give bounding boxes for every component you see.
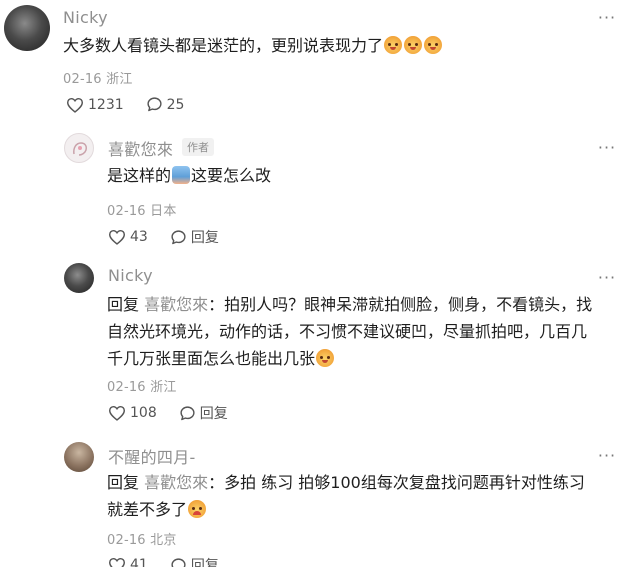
reply-actions: 108 回复 — [108, 403, 250, 423]
comment-bubble-icon — [147, 97, 162, 112]
reply-meta: 02-16 浙江 — [107, 376, 177, 395]
emoji-face-icon — [424, 36, 443, 54]
reply-text-after: 这要怎么改 — [191, 166, 272, 185]
reply-meta: 02-16 北京 — [107, 529, 177, 548]
reply-meta: 02-16 日本 — [107, 200, 177, 219]
reply-location: 浙江 — [150, 380, 177, 395]
reply-item: 不醒的四月- ··· 回复 喜歡您來：多拍 练习 拍够100组每次复盘找问题再针… — [0, 435, 620, 567]
reply-item: 喜歡您來 作者 ··· 是这样的 这要怎么改 02-16 日本 43 回复 — [0, 125, 620, 255]
author-badge: 作者 — [182, 138, 214, 156]
reply-line-3: 千几万张里面怎么也能出几张 — [107, 345, 612, 372]
comment-text: 大多数人看镜头都是迷茫的，更别说表现力了 — [63, 32, 443, 59]
like-button[interactable]: 43 — [108, 229, 148, 245]
comment-bubble-icon — [171, 229, 186, 244]
reply-author-name[interactable]: 喜歡您來 — [108, 136, 173, 160]
reply-item: Nicky ··· 回复 喜歡您來：拍别人吗？眼神呆滞就拍侧脸，侧身，不看镜头，… — [0, 255, 620, 435]
comment-bubble-icon — [180, 405, 195, 420]
reply-line-1-text: ：多拍 练习 拍够100组每次复盘找问题再针对性练习 — [208, 473, 585, 492]
reply-line-2: 就差不多了 — [107, 496, 612, 523]
reply-date: 02-16 — [107, 533, 146, 548]
reply-line-2: 自然光环境光，动作的话，不习惯不建议硬凹，尽量抓拍吧，几百几 — [107, 322, 588, 341]
more-dots-icon[interactable]: ··· — [596, 7, 618, 27]
reply-text: 是这样的 这要怎么改 — [107, 162, 271, 189]
reply-author-name[interactable]: 不醒的四月- — [108, 444, 196, 468]
reply-to-name[interactable]: 喜歡您來 — [144, 473, 208, 492]
reply-count-button[interactable]: 25 — [146, 96, 185, 113]
avatar[interactable] — [64, 442, 94, 472]
more-dots-icon[interactable]: ··· — [596, 137, 618, 157]
reply-prefix: 回复 — [107, 473, 140, 492]
like-button[interactable]: 108 — [108, 405, 157, 421]
heart-outline-icon — [108, 557, 126, 567]
reply-line-1: 回复 喜歡您來：多拍 练习 拍够100组每次复盘找问题再针对性练习 — [107, 469, 612, 496]
reply-text: 回复 喜歡您來：拍别人吗？眼神呆滞就拍侧脸，侧身，不看镜头，找 自然光环境光，动… — [107, 291, 612, 372]
heart-outline-icon — [66, 97, 84, 113]
like-count: 43 — [130, 229, 148, 245]
avatar[interactable] — [64, 133, 94, 163]
reply-actions: 41 回复 — [108, 555, 241, 567]
avatar[interactable] — [64, 263, 94, 293]
emoji-face-icon — [404, 36, 423, 54]
reply-actions: 43 回复 — [108, 227, 241, 247]
reply-location: 北京 — [150, 533, 177, 548]
comment-bubble-icon — [171, 557, 186, 567]
heart-outline-icon — [108, 229, 126, 245]
comment-author-name[interactable]: Nicky — [63, 8, 108, 27]
comment-location: 浙江 — [106, 72, 133, 87]
reply-line-1-text: ：拍别人吗？眼神呆滞就拍侧脸，侧身，不看镜头，找 — [208, 295, 593, 314]
reply-date: 02-16 — [107, 380, 146, 395]
reply-count: 25 — [166, 96, 185, 113]
reply-label: 回复 — [190, 558, 219, 567]
reply-line-1: 回复 喜歡您來：拍别人吗？眼神呆滞就拍侧脸，侧身，不看镜头，找 — [107, 291, 612, 318]
reply-line-2-text: 就差不多了 — [107, 500, 188, 519]
reply-author-name[interactable]: Nicky — [108, 266, 153, 285]
reply-button[interactable]: 回复 — [179, 403, 228, 423]
more-dots-icon[interactable]: ··· — [596, 445, 618, 465]
reply-text-before: 是这样的 — [107, 166, 172, 185]
reply-date: 02-16 — [107, 204, 146, 219]
reply-label: 回复 — [190, 230, 219, 246]
avatar-illustration-icon — [73, 142, 87, 156]
like-button[interactable]: 1231 — [66, 97, 124, 113]
like-count: 1231 — [88, 96, 124, 113]
comment-actions: 1231 25 — [66, 96, 206, 113]
emoji-bowl-icon — [172, 166, 191, 184]
like-count: 108 — [130, 405, 157, 421]
reply-location: 日本 — [150, 204, 177, 219]
reply-prefix: 回复 — [107, 295, 140, 314]
like-count: 41 — [130, 557, 148, 567]
reply-text: 回复 喜歡您來：多拍 练习 拍够100组每次复盘找问题再针对性练习 就差不多了 — [107, 469, 612, 523]
reply-button[interactable]: 回复 — [170, 555, 219, 567]
more-dots-icon[interactable]: ··· — [596, 267, 618, 287]
comment-item: Nicky ··· 大多数人看镜头都是迷茫的，更别说表现力了 02-16 浙江 … — [0, 0, 620, 125]
like-button[interactable]: 41 — [108, 557, 148, 567]
emoji-sad-icon — [188, 500, 207, 518]
heart-outline-icon — [108, 405, 126, 421]
emoji-face-icon — [316, 349, 335, 367]
emoji-face-icon — [384, 36, 403, 54]
reply-line-3-text: 千几万张里面怎么也能出几张 — [107, 349, 316, 368]
reply-label: 回复 — [199, 406, 228, 422]
reply-button[interactable]: 回复 — [170, 227, 219, 247]
comment-date: 02-16 — [63, 72, 102, 87]
reply-to-name[interactable]: 喜歡您來 — [144, 295, 208, 314]
comment-text-body: 大多数人看镜头都是迷茫的，更别说表现力了 — [63, 36, 384, 55]
comment-meta: 02-16 浙江 — [63, 68, 133, 87]
avatar[interactable] — [4, 5, 50, 51]
